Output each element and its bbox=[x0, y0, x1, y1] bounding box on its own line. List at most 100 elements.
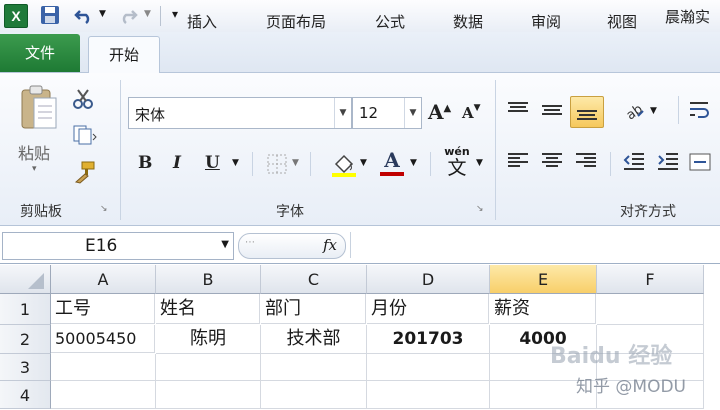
font-name-combo[interactable]: 宋体 ▼ bbox=[128, 97, 352, 129]
group-divider bbox=[678, 96, 679, 124]
cell-e1[interactable]: 薪资 bbox=[490, 294, 596, 324]
cell-b2[interactable]: 陈明 bbox=[156, 325, 261, 354]
align-top-icon[interactable] bbox=[506, 100, 530, 123]
font-size-combo[interactable]: 12 ▼ bbox=[352, 97, 422, 129]
row-header-1[interactable]: 1 bbox=[0, 294, 51, 325]
shrink-font-letter: A bbox=[462, 104, 474, 122]
cell-b3[interactable] bbox=[156, 354, 261, 381]
font-dialog-launcher-icon[interactable]: ↘ bbox=[476, 204, 484, 214]
fill-color-icon[interactable] bbox=[330, 150, 358, 181]
name-box[interactable]: E16 ▼ bbox=[2, 232, 234, 260]
caret-up-icon: ▲ bbox=[443, 103, 452, 114]
cell-a1[interactable]: 工号 bbox=[51, 294, 155, 324]
column-header-b[interactable]: B bbox=[156, 265, 261, 294]
cell-d1[interactable]: 月份 bbox=[367, 294, 489, 324]
tab-data[interactable]: 数据 bbox=[438, 0, 498, 40]
orientation-dropdown-icon[interactable]: ▼ bbox=[650, 106, 657, 116]
cell-c2[interactable]: 技术部 bbox=[261, 325, 367, 354]
document-title: 晨瀚实 bbox=[664, 8, 710, 26]
bold-button[interactable]: B bbox=[138, 153, 152, 173]
cell-d2[interactable]: 201703 bbox=[367, 325, 490, 354]
save-icon[interactable] bbox=[40, 5, 60, 30]
align-left-icon[interactable] bbox=[506, 150, 530, 175]
group-divider bbox=[252, 152, 253, 176]
increase-indent-icon[interactable] bbox=[656, 150, 680, 175]
cell-a3[interactable] bbox=[51, 354, 156, 381]
phonetic-guide-button[interactable]: wén 文 bbox=[440, 146, 474, 179]
chevron-down-icon[interactable]: ▼ bbox=[334, 98, 351, 128]
select-all-corner[interactable] bbox=[0, 265, 51, 294]
cut-icon[interactable] bbox=[72, 88, 94, 113]
redo-icon[interactable] bbox=[118, 5, 138, 30]
cell-a2[interactable]: 50005450 bbox=[51, 325, 155, 353]
tab-formulas[interactable]: 公式 bbox=[360, 0, 420, 40]
copy-icon[interactable] bbox=[72, 124, 98, 149]
cell-d4[interactable] bbox=[367, 381, 490, 409]
group-divider bbox=[310, 152, 311, 176]
row-header-3[interactable]: 3 bbox=[0, 354, 51, 381]
cell-c1[interactable]: 部门 bbox=[261, 294, 366, 324]
row-header-2[interactable]: 2 bbox=[0, 325, 51, 354]
font-color-icon[interactable]: A bbox=[380, 148, 404, 176]
font-name-value: 宋体 bbox=[135, 106, 166, 124]
decrease-indent-icon[interactable] bbox=[622, 150, 646, 175]
font-color-letter: A bbox=[384, 148, 400, 172]
underline-button[interactable]: U bbox=[205, 153, 220, 173]
column-header-c[interactable]: C bbox=[261, 265, 367, 294]
paste-dropdown-icon[interactable]: ▾ bbox=[32, 164, 37, 174]
shrink-font-button[interactable]: A▼ bbox=[462, 103, 481, 122]
clipboard-dialog-launcher-icon[interactable]: ↘ bbox=[100, 204, 108, 214]
undo-icon[interactable] bbox=[74, 5, 94, 30]
row-header-4[interactable]: 4 bbox=[0, 381, 51, 409]
cell-b4[interactable] bbox=[156, 381, 261, 409]
phonetic-dropdown-icon[interactable]: ▼ bbox=[476, 158, 483, 168]
format-painter-icon[interactable] bbox=[72, 160, 96, 187]
align-center-icon[interactable] bbox=[540, 150, 564, 175]
align-right-icon[interactable] bbox=[574, 150, 598, 175]
border-dropdown-icon[interactable]: ▼ bbox=[292, 158, 299, 168]
font-color-swatch bbox=[380, 172, 404, 176]
excel-logo-icon[interactable]: X bbox=[4, 4, 28, 28]
font-size-value: 12 bbox=[359, 104, 379, 122]
paste-button-label[interactable]: 粘贴 bbox=[18, 140, 50, 164]
align-bottom-icon bbox=[577, 110, 597, 120]
tab-home[interactable]: 开始 bbox=[88, 36, 160, 74]
tab-review[interactable]: 审阅 bbox=[516, 0, 576, 40]
cell-c4[interactable] bbox=[261, 381, 367, 409]
tab-view[interactable]: 视图 bbox=[592, 0, 652, 40]
chevron-down-icon[interactable]: ▼ bbox=[221, 239, 229, 250]
formula-input[interactable] bbox=[350, 232, 719, 258]
underline-dropdown-icon[interactable]: ▼ bbox=[232, 158, 239, 168]
tab-page-layout[interactable]: 页面布局 bbox=[250, 0, 342, 40]
column-header-f[interactable]: F bbox=[597, 265, 704, 294]
grip-icon[interactable]: ⋯ bbox=[245, 237, 255, 248]
insert-function-icon[interactable]: fx bbox=[323, 236, 337, 254]
font-color-dropdown-icon[interactable]: ▼ bbox=[410, 158, 417, 168]
tab-insert[interactable]: 插入 bbox=[172, 0, 232, 40]
cell-f1[interactable] bbox=[597, 294, 704, 325]
border-icon[interactable] bbox=[266, 153, 288, 178]
merge-center-icon[interactable] bbox=[688, 150, 712, 177]
cell-d3[interactable] bbox=[367, 354, 490, 381]
align-bottom-button[interactable] bbox=[570, 96, 604, 128]
redo-dropdown-icon[interactable]: ▼ bbox=[144, 9, 151, 19]
cell-b1[interactable]: 姓名 bbox=[156, 294, 260, 324]
tab-file[interactable]: 文件 bbox=[0, 34, 80, 72]
column-header-e[interactable]: E bbox=[490, 265, 597, 294]
undo-dropdown-icon[interactable]: ▼ bbox=[99, 9, 106, 19]
wrap-text-icon[interactable] bbox=[688, 98, 712, 125]
caret-down-icon: ▼ bbox=[473, 103, 481, 113]
zhihu-watermark: 知乎 @MODU bbox=[576, 377, 686, 397]
fill-color-dropdown-icon[interactable]: ▼ bbox=[360, 158, 367, 168]
column-header-a[interactable]: A bbox=[51, 265, 156, 294]
cell-a4[interactable] bbox=[51, 381, 156, 409]
column-header-d[interactable]: D bbox=[367, 265, 490, 294]
orientation-icon[interactable]: ab bbox=[622, 98, 646, 125]
italic-button[interactable]: I bbox=[173, 153, 181, 173]
paste-icon[interactable] bbox=[18, 84, 58, 135]
cell-c3[interactable] bbox=[261, 354, 367, 381]
grow-font-button[interactable]: A▲ bbox=[428, 100, 451, 124]
ribbon-home bbox=[0, 73, 720, 226]
align-middle-icon[interactable] bbox=[540, 100, 564, 123]
chevron-down-icon[interactable]: ▼ bbox=[404, 98, 421, 128]
